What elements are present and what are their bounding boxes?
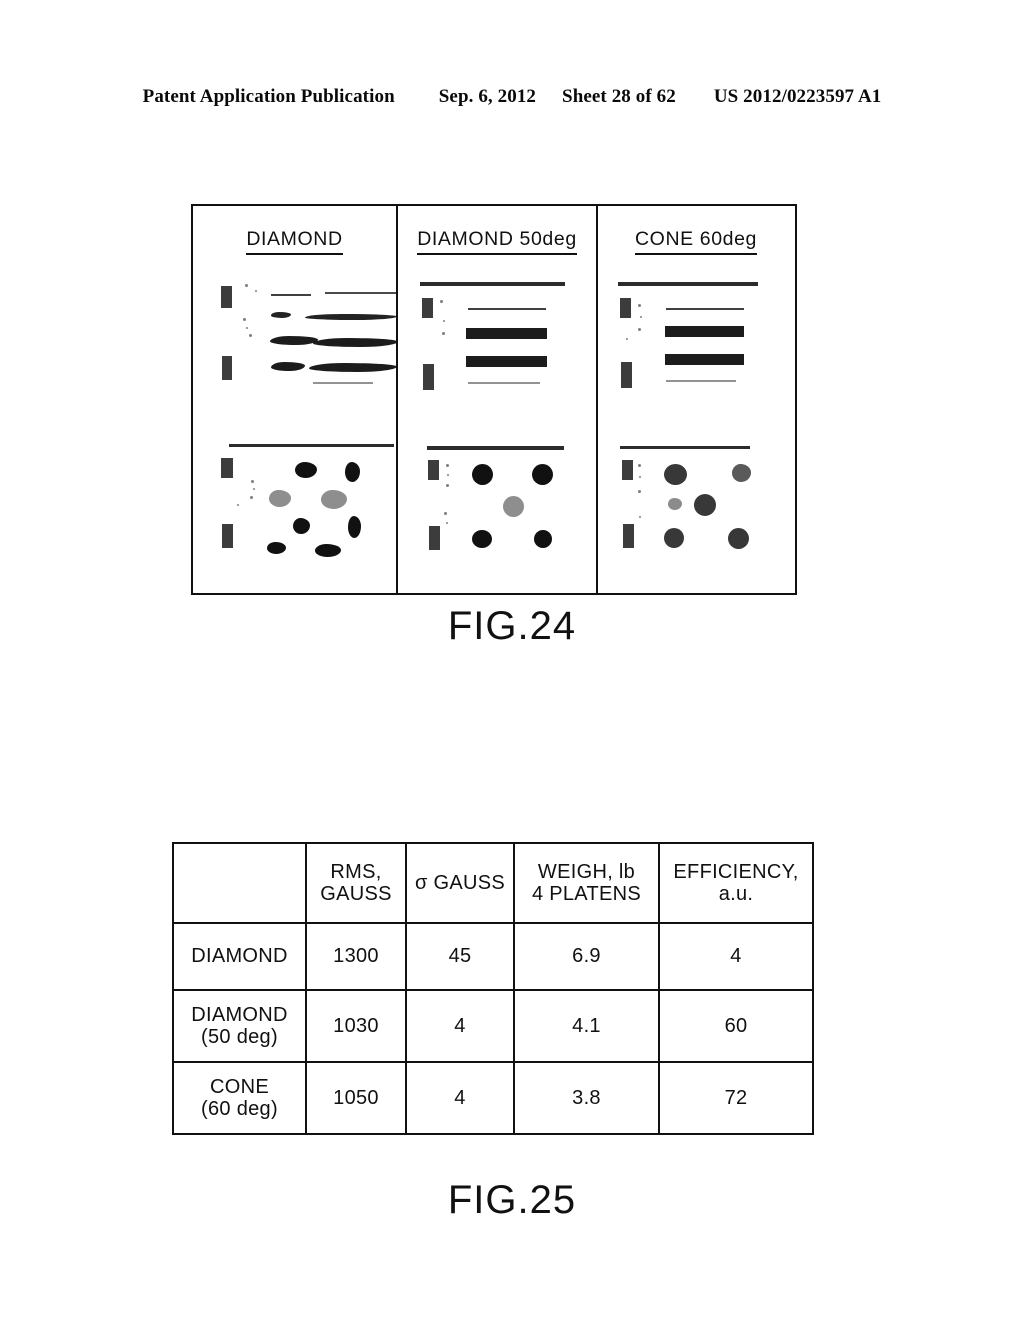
table-cell-efficiency: 72 <box>658 1061 814 1135</box>
table-cell-sigma-gauss: 45 <box>405 922 515 991</box>
table-header-cell-rms-gauss: RMS, GAUSS <box>305 842 407 924</box>
table-row: DIAMOND (50 deg) 1030 4 4.1 60 <box>172 989 814 1063</box>
table-cell-weigh: 3.8 <box>513 1061 660 1135</box>
table-cell-rms-gauss: 1030 <box>305 989 407 1063</box>
scan-region-upper-diamond <box>193 278 396 428</box>
table-cell-rms-gauss: 1050 <box>305 1061 407 1135</box>
header-line-1: WEIGH, lb <box>537 860 636 883</box>
table-cell-weigh: 6.9 <box>513 922 660 991</box>
panel-title-diamond-50deg: DIAMOND 50deg <box>398 228 596 255</box>
header-document-number: US 2012/0223597 A1 <box>713 86 882 107</box>
figure-24-frame: DIAMOND DIAMOND 50deg CONE 60deg <box>191 204 797 595</box>
figure-24-panel-diamond: DIAMOND <box>193 206 398 593</box>
table-cell-sigma-gauss: 4 <box>405 1061 515 1135</box>
scan-region-lower-diamond <box>193 442 396 592</box>
panel-title-diamond: DIAMOND <box>193 228 396 255</box>
table-cell-efficiency: 60 <box>658 989 814 1063</box>
table-row: DIAMOND 1300 45 6.9 4 <box>172 922 814 991</box>
header-date: Sep. 6, 2012 <box>438 86 537 107</box>
table-header-cell-sigma-gauss: σ GAUSS <box>405 842 515 924</box>
row-label-line-1: CONE <box>210 1075 269 1098</box>
panel-title-cone-60deg: CONE 60deg <box>598 228 794 255</box>
header-sheet-number: Sheet 28 of 62 <box>562 86 676 107</box>
scan-region-lower-diamond-50deg <box>398 442 596 592</box>
table-cell-rms-gauss: 1300 <box>305 922 407 991</box>
row-label-line-1: DIAMOND <box>191 945 288 968</box>
table-cell-weigh: 4.1 <box>513 989 660 1063</box>
scan-region-upper-diamond-50deg <box>398 278 596 428</box>
table-header-cell-weigh: WEIGH, lb 4 PLATENS <box>513 842 660 924</box>
header-line-2: GAUSS <box>320 883 392 905</box>
table-cell-efficiency: 4 <box>658 922 814 991</box>
table-row-label-cone-60deg: CONE (60 deg) <box>172 1061 307 1135</box>
row-label-line-2: (60 deg) <box>201 1098 278 1120</box>
figure-25-table: RMS, GAUSS σ GAUSS WEIGH, lb 4 PLATENS E… <box>172 842 814 1135</box>
figure-24-caption: FIG.24 <box>447 604 577 648</box>
table-header-cell-blank <box>172 842 307 924</box>
header-publication-label: Patent Application Publication <box>142 86 395 107</box>
figure-25-caption: FIG.25 <box>447 1178 577 1222</box>
header-line-1: EFFICIENCY, <box>673 860 799 883</box>
scan-region-upper-cone-60deg <box>598 278 794 428</box>
table-cell-sigma-gauss: 4 <box>405 989 515 1063</box>
header-line-1: RMS, <box>330 860 382 883</box>
table-header-row: RMS, GAUSS σ GAUSS WEIGH, lb 4 PLATENS E… <box>172 842 814 924</box>
table-row-label-diamond-50deg: DIAMOND (50 deg) <box>172 989 307 1063</box>
figure-24-panel-cone-60deg: CONE 60deg <box>598 206 794 593</box>
row-label-line-2: (50 deg) <box>201 1026 278 1048</box>
table-row: CONE (60 deg) 1050 4 3.8 72 <box>172 1061 814 1135</box>
scan-region-lower-cone-60deg <box>598 442 794 592</box>
page-header: Patent Application Publication Sep. 6, 2… <box>0 86 1024 108</box>
header-line-2: σ GAUSS <box>414 871 506 894</box>
header-line-2: 4 PLATENS <box>531 883 642 905</box>
table-row-label-diamond: DIAMOND <box>172 922 307 991</box>
table-header-cell-efficiency: EFFICIENCY, a.u. <box>658 842 814 924</box>
figure-24-panel-diamond-50deg: DIAMOND 50deg <box>398 206 598 593</box>
header-line-2: a.u. <box>718 883 754 905</box>
row-label-line-1: DIAMOND <box>191 1003 288 1026</box>
figure-24-panel-group: DIAMOND DIAMOND 50deg CONE 60deg <box>193 206 795 593</box>
